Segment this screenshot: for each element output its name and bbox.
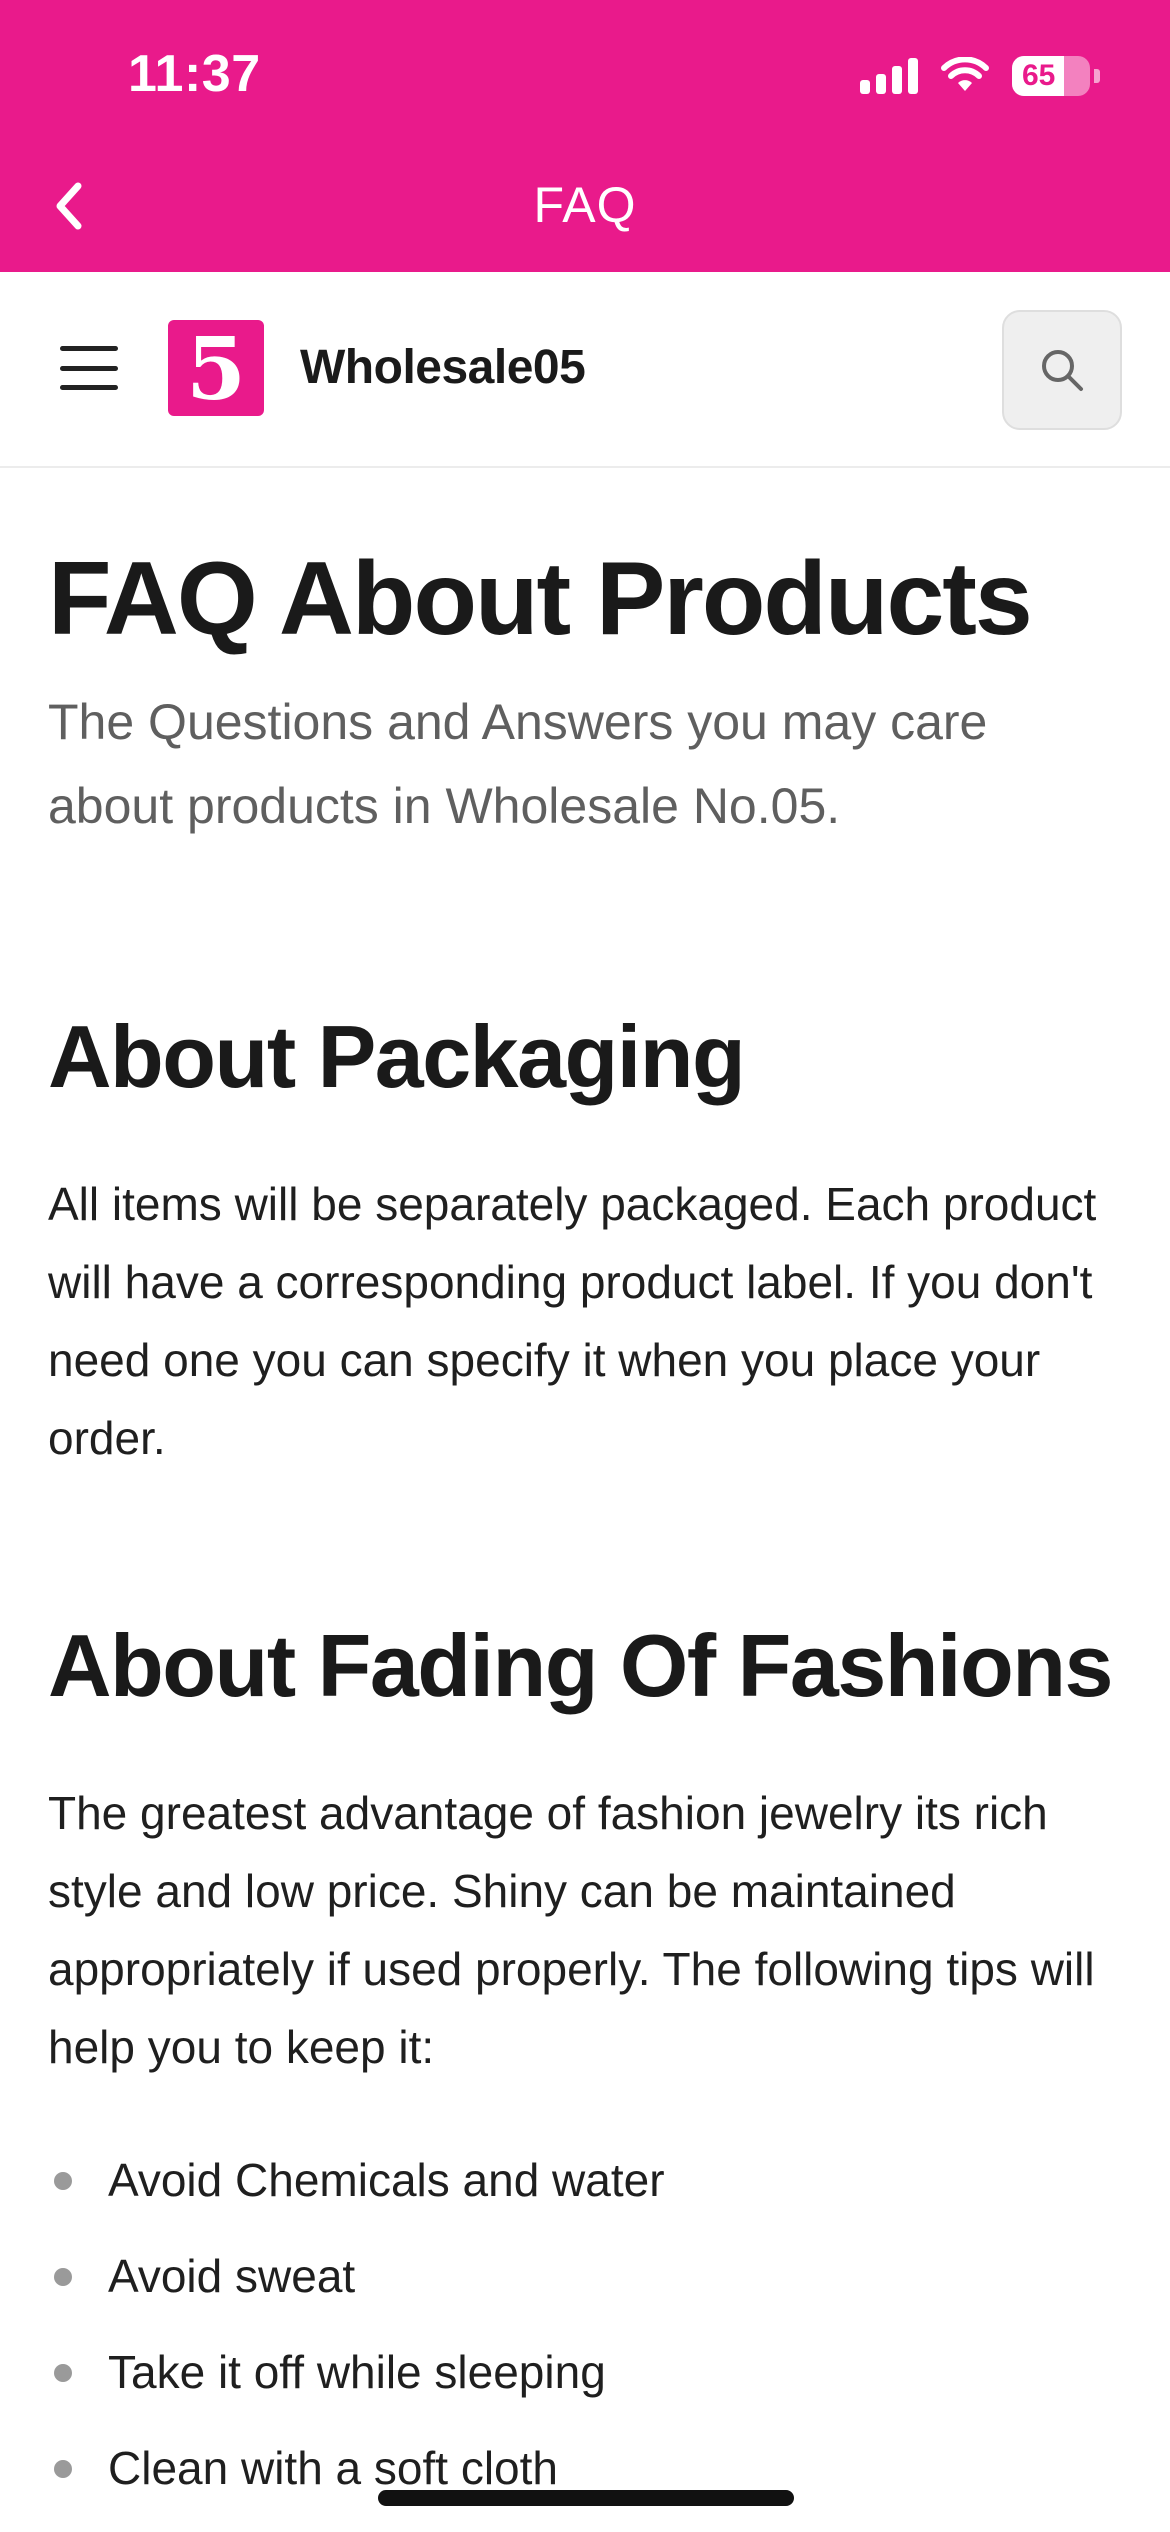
section-heading-packaging: About Packaging: [48, 1006, 746, 1106]
page-subtitle: The Questions and Answers you may care a…: [48, 693, 988, 834]
tip-text: Take it off while sleeping: [108, 2345, 606, 2398]
hamburger-menu-icon[interactable]: [60, 346, 118, 390]
cellular-signal-icon: [860, 58, 918, 94]
tip-text: Avoid sweat: [108, 2249, 356, 2302]
list-item: Avoid sweat: [48, 2228, 1122, 2324]
nav-title: FAQ: [533, 177, 637, 233]
site-header: 5 Wholesale05: [0, 272, 1170, 468]
battery-percent: 65: [1022, 59, 1056, 92]
battery-tip: [1094, 69, 1100, 83]
bullet-icon: [54, 2267, 72, 2286]
tip-text: Clean with a soft cloth: [108, 2441, 559, 2494]
wifi-icon: [941, 57, 989, 91]
site-name[interactable]: Wholesale05: [300, 340, 586, 395]
tip-text: Avoid Chemicals and water: [108, 2153, 665, 2206]
list-item: Avoid Chemicals and water: [48, 2132, 1122, 2228]
home-indicator[interactable]: [378, 2490, 794, 2506]
battery-icon: 65: [1012, 56, 1090, 96]
app-top-bar: 11:37 65 FAQ: [0, 0, 1170, 272]
bullet-icon: [54, 2459, 72, 2478]
search-icon: [1042, 350, 1083, 391]
status-time: 11:37: [128, 45, 261, 103]
page-title: FAQ About Products: [48, 541, 1033, 657]
faq-content: FAQ About Products The Questions and Ans…: [48, 540, 1122, 2516]
list-item: Take it off while sleeping: [48, 2324, 1122, 2420]
logo-glyph: 5: [186, 319, 246, 420]
search-button[interactable]: [1002, 310, 1122, 430]
bullet-icon: [54, 2171, 72, 2190]
section-heading-fading: About Fading Of Fashions: [48, 1615, 1113, 1715]
bullet-icon: [54, 2363, 72, 2382]
status-icons: 65: [860, 54, 1100, 98]
tips-list: Avoid Chemicals and water Avoid sweat Ta…: [48, 2132, 1122, 2516]
section-body-packaging: All items will be separately packaged. E…: [48, 1177, 1097, 1464]
section-body-fading: The greatest advantage of fashion jewelr…: [48, 1786, 1095, 2073]
site-logo[interactable]: 5: [168, 320, 264, 416]
